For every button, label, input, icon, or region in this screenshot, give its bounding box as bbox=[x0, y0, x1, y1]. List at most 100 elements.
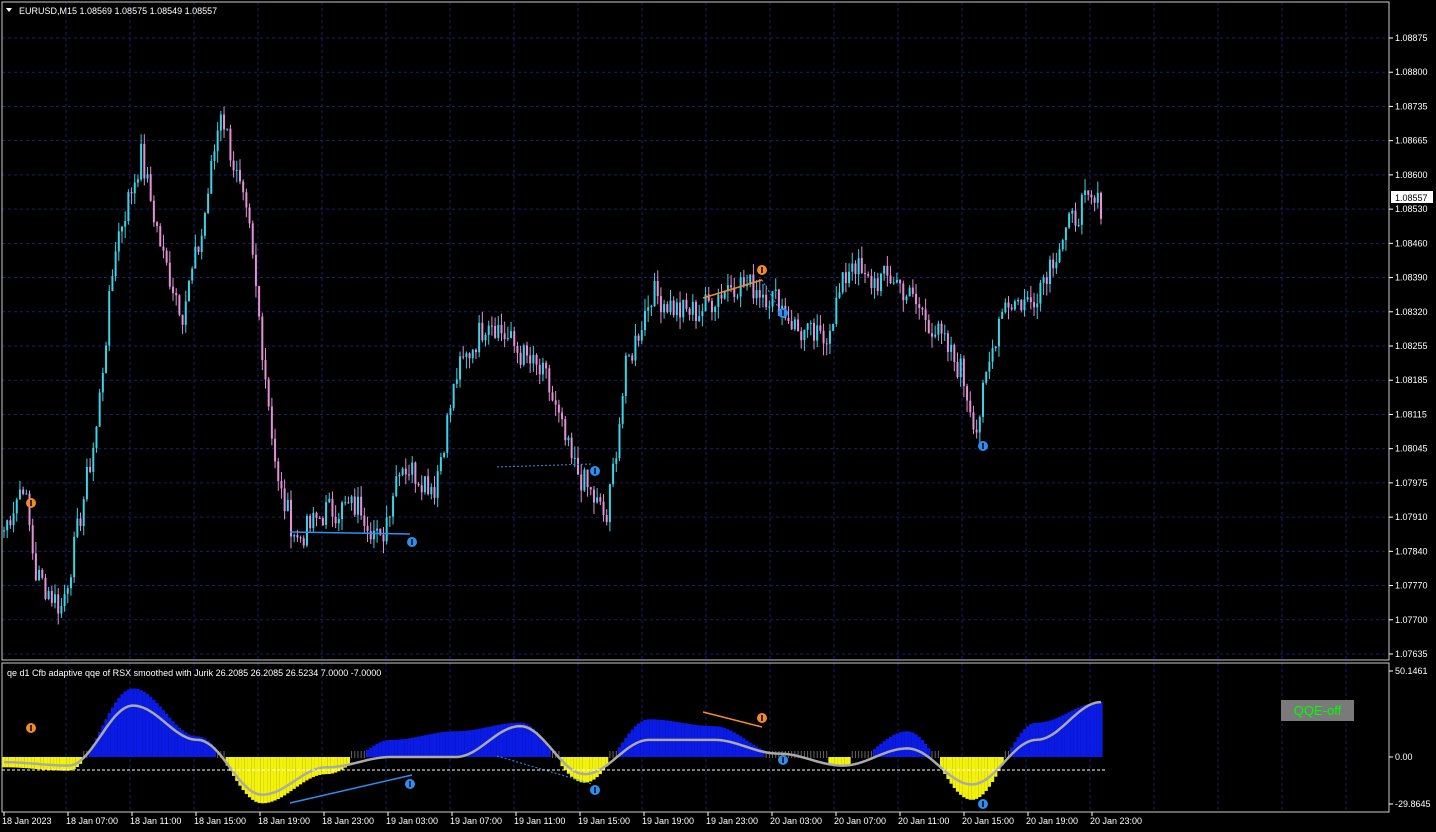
histogram-bar bbox=[978, 757, 982, 798]
histogram-bar bbox=[1083, 705, 1087, 757]
histogram-bar bbox=[270, 757, 274, 802]
candle-body bbox=[286, 499, 289, 512]
histogram-bar bbox=[847, 757, 851, 765]
histogram-bar bbox=[984, 757, 988, 791]
candle-body bbox=[168, 262, 171, 287]
time-label: 19 Jan 19:00 bbox=[642, 816, 694, 826]
histogram-bar bbox=[314, 757, 319, 776]
histogram-bar bbox=[298, 757, 303, 785]
candle-body bbox=[599, 497, 602, 502]
candle-body bbox=[991, 348, 994, 362]
qqe-toggle-button[interactable]: QQE-off bbox=[1281, 700, 1354, 721]
histogram-bar bbox=[375, 743, 379, 757]
down-arrow-icon bbox=[757, 713, 767, 723]
histogram-bar bbox=[640, 721, 644, 757]
candle-body bbox=[506, 338, 509, 340]
candle-body bbox=[318, 517, 321, 519]
candle-body bbox=[832, 323, 835, 331]
candle-body bbox=[841, 272, 844, 293]
candle-body bbox=[31, 525, 34, 554]
candle-body bbox=[1061, 240, 1064, 250]
candle-body bbox=[672, 300, 675, 316]
histogram-bar bbox=[429, 733, 433, 757]
histogram-bar bbox=[107, 713, 111, 757]
histogram-bar bbox=[461, 730, 465, 757]
histogram-bar bbox=[490, 726, 494, 757]
candle-body bbox=[701, 311, 704, 317]
candle-body bbox=[1096, 192, 1099, 203]
candle-body bbox=[800, 331, 803, 341]
candle-body bbox=[730, 285, 733, 288]
candle-body bbox=[905, 296, 908, 301]
candle-body bbox=[172, 286, 175, 293]
candle-body bbox=[793, 319, 796, 330]
candle-body bbox=[245, 192, 248, 208]
histogram-bar bbox=[652, 719, 657, 757]
histogram-bar bbox=[1086, 704, 1090, 757]
candle-body bbox=[787, 318, 790, 322]
divergence-line-bull bbox=[289, 531, 411, 535]
candle-body bbox=[146, 174, 149, 179]
candle-body bbox=[879, 273, 882, 292]
candle-body bbox=[628, 355, 631, 357]
candle-body bbox=[1023, 299, 1026, 311]
candle-body bbox=[274, 438, 277, 462]
candle-body bbox=[774, 289, 777, 292]
candle-body bbox=[962, 358, 965, 387]
histogram-bar bbox=[987, 757, 991, 787]
candle-body bbox=[828, 330, 831, 344]
candle-body bbox=[92, 447, 95, 472]
candle-body bbox=[156, 222, 159, 227]
price-label: 1.08045 bbox=[1395, 444, 1428, 454]
candle-body bbox=[643, 310, 646, 331]
candle-body bbox=[825, 343, 828, 345]
histogram-bar bbox=[420, 735, 424, 757]
candle-body bbox=[624, 355, 627, 396]
histogram-bar bbox=[735, 734, 740, 757]
candle-body bbox=[143, 143, 146, 179]
histogram-bar bbox=[267, 757, 271, 803]
histogram-bar bbox=[260, 757, 264, 804]
up-arrow-icon bbox=[590, 466, 600, 476]
indicator-title: qe d1 Cfb adaptive qqe of RSX smoothed w… bbox=[7, 668, 381, 678]
time-label: 18 Jan 23:00 bbox=[322, 816, 374, 826]
histogram-bar bbox=[719, 727, 724, 757]
candle-body bbox=[516, 345, 519, 353]
candle-body bbox=[819, 325, 822, 331]
candle-body bbox=[474, 349, 477, 353]
histogram-bar bbox=[649, 719, 653, 757]
price-label: 1.08800 bbox=[1395, 67, 1428, 77]
histogram-bar bbox=[273, 757, 277, 801]
candle-body bbox=[602, 501, 605, 516]
histogram-bar bbox=[662, 720, 666, 757]
candle-body bbox=[38, 569, 41, 581]
histogram-bar bbox=[703, 725, 708, 757]
candle-body bbox=[545, 362, 548, 369]
candle-body bbox=[114, 251, 117, 277]
candle-body bbox=[659, 296, 662, 313]
candle-body bbox=[1093, 197, 1096, 203]
candle-body bbox=[443, 452, 446, 458]
candle-body bbox=[503, 333, 506, 339]
candle-body bbox=[564, 419, 567, 441]
candle-body bbox=[162, 246, 165, 251]
candle-body bbox=[484, 334, 487, 341]
candle-body bbox=[500, 324, 503, 334]
up-arrow-icon bbox=[978, 441, 988, 451]
chevron-down-icon[interactable] bbox=[6, 8, 12, 12]
histogram-bar bbox=[895, 733, 899, 757]
histogram-bar bbox=[391, 739, 395, 757]
candle-body bbox=[943, 333, 946, 335]
histogram-bar bbox=[885, 738, 889, 757]
candle-body bbox=[254, 254, 257, 286]
candle-body bbox=[1039, 282, 1042, 304]
candle-body bbox=[105, 345, 108, 374]
candle-body bbox=[363, 515, 366, 526]
candle-body bbox=[908, 287, 911, 297]
histogram-bar bbox=[729, 730, 733, 757]
qqe-histogram bbox=[2, 688, 1103, 804]
histogram-bar bbox=[149, 696, 153, 757]
candle-body bbox=[175, 292, 178, 296]
candle-body bbox=[149, 174, 152, 201]
candle-body bbox=[596, 497, 599, 503]
